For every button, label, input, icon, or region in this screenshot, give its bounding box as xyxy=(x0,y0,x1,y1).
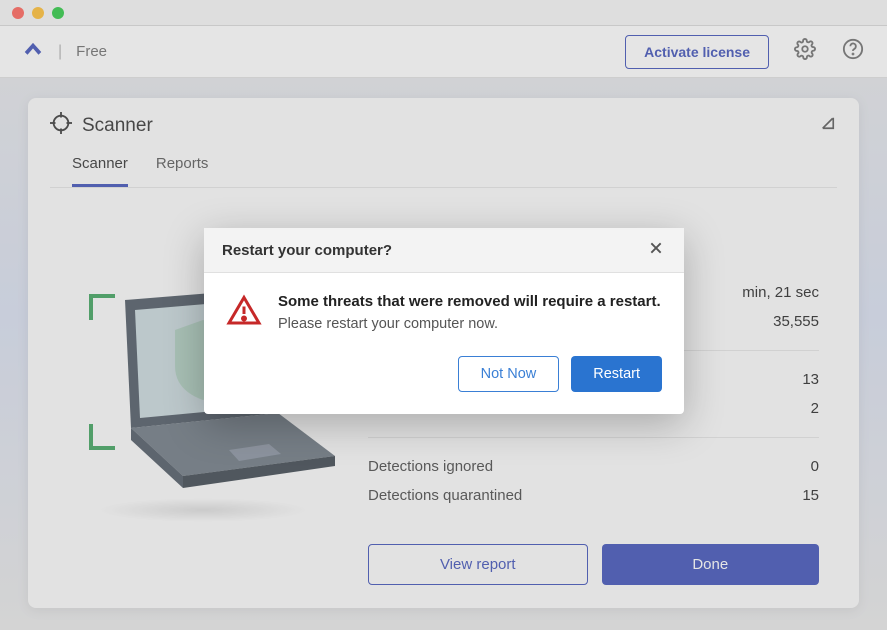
result-value-pups: 2 xyxy=(811,400,819,417)
result-value-detections: 13 xyxy=(802,371,819,388)
activate-license-button[interactable]: Activate license xyxy=(625,35,769,69)
restart-modal: Restart your computer? Some threats that… xyxy=(204,228,684,414)
brand-divider: | xyxy=(58,43,62,61)
result-value-quarantined: 15 xyxy=(802,487,819,504)
app-topbar: | Free Activate license xyxy=(0,26,887,78)
collapse-icon[interactable] xyxy=(819,114,837,137)
brand-logo-icon xyxy=(22,41,44,63)
card-header: Scanner xyxy=(28,98,859,145)
done-button[interactable]: Done xyxy=(602,544,820,585)
restart-button[interactable]: Restart xyxy=(571,356,662,392)
window-maximize-button[interactable] xyxy=(52,7,64,19)
result-actions: View report Done xyxy=(368,544,819,585)
brand-tier-label: Free xyxy=(76,43,107,60)
modal-close-button[interactable] xyxy=(646,240,666,260)
tab-bar: Scanner Reports xyxy=(50,145,837,188)
view-report-button[interactable]: View report xyxy=(368,544,588,585)
modal-subtext: Please restart your computer now. xyxy=(278,316,662,332)
app-window: | Free Activate license Scanner xyxy=(0,0,887,630)
window-minimize-button[interactable] xyxy=(32,7,44,19)
page-title: Scanner xyxy=(82,115,153,137)
window-close-button[interactable] xyxy=(12,7,24,19)
modal-title: Restart your computer? xyxy=(222,242,646,259)
modal-actions: Not Now Restart xyxy=(204,356,684,414)
modal-text: Some threats that were removed will requ… xyxy=(278,293,662,334)
help-icon xyxy=(842,38,864,65)
result-label-quarantined: Detections quarantined xyxy=(368,487,522,504)
modal-body: Some threats that were removed will requ… xyxy=(204,273,684,356)
result-row-quarantined: Detections quarantined 15 xyxy=(368,481,819,510)
window-controls xyxy=(12,7,64,19)
tab-scanner[interactable]: Scanner xyxy=(72,155,128,187)
settings-button[interactable] xyxy=(793,40,817,64)
window-titlebar xyxy=(0,0,887,26)
help-button[interactable] xyxy=(841,40,865,64)
result-label-ignored: Detections ignored xyxy=(368,458,493,475)
result-value-items: 35,555 xyxy=(773,313,819,330)
result-row-ignored: Detections ignored 0 xyxy=(368,452,819,481)
close-icon xyxy=(648,240,664,261)
warning-icon xyxy=(226,293,262,334)
result-value-ignored: 0 xyxy=(811,458,819,475)
gear-icon xyxy=(794,38,816,65)
modal-header: Restart your computer? xyxy=(204,228,684,273)
target-icon xyxy=(50,112,72,139)
tab-reports[interactable]: Reports xyxy=(156,155,209,187)
not-now-button[interactable]: Not Now xyxy=(458,356,560,392)
modal-heading: Some threats that were removed will requ… xyxy=(278,293,662,310)
result-value-time: min, 21 sec xyxy=(742,284,819,301)
